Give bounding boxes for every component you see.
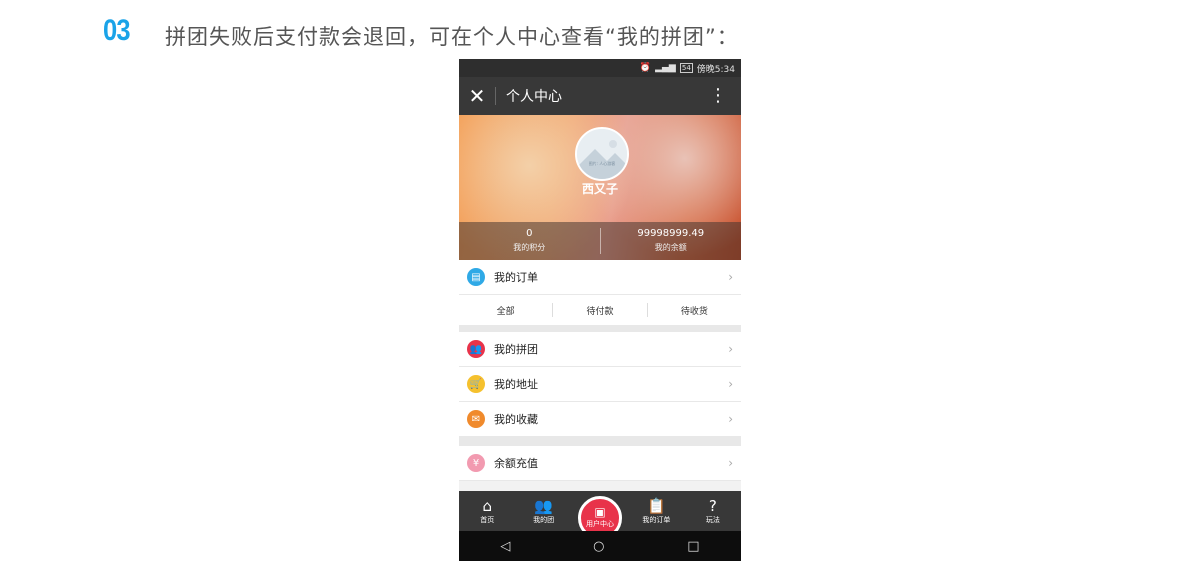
cart-icon: 🛒 <box>467 375 485 393</box>
section-gap <box>459 437 741 446</box>
status-time: 傍晚5:34 <box>696 64 735 75</box>
page-heading: 拼团失败后支付款会退回，可在个人中心查看“我的拼团”： <box>165 25 739 49</box>
people-icon: 👥 <box>534 496 553 515</box>
nav-rules-label: 玩法 <box>705 515 720 524</box>
balance-stat[interactable]: 99998999.49 我的余额 <box>601 222 742 260</box>
my-orders-label: 我的订单 <box>494 271 538 284</box>
nav-home-label: 首页 <box>480 515 495 524</box>
bottom-nav: ⌂ 首页 👥 我的团 ▣ 用户中心 📋 我的订单 ? 玩法 <box>459 491 741 540</box>
nav-my-group-label: 我的团 <box>533 515 555 524</box>
system-nav-bar: ◁ ○ □ <box>459 531 741 561</box>
nav-my-orders[interactable]: 📋 我的订单 <box>628 496 684 525</box>
status-bar: ⏰ ▂▄▆ 54 傍晚5:34 <box>459 59 741 77</box>
app-title: 个人中心 <box>506 89 562 105</box>
help-icon: ? <box>708 496 717 515</box>
nav-my-orders-label: 我的订单 <box>642 515 671 524</box>
back-icon[interactable]: ◁ <box>500 539 510 554</box>
chevron-right-icon: › <box>728 377 733 391</box>
envelope-icon: ✉ <box>467 410 485 428</box>
nav-home[interactable]: ⌂ 首页 <box>459 496 515 525</box>
tab-pending-payment[interactable]: 待付款 <box>553 304 646 317</box>
nav-my-group[interactable]: 👥 我的团 <box>515 496 571 525</box>
alarm-icon: ⏰ <box>639 63 652 73</box>
landscape-icon <box>577 129 627 179</box>
orders-icon: ▤ <box>467 268 485 286</box>
more-vertical-icon[interactable]: ⋮ <box>709 77 727 115</box>
my-address-row[interactable]: 🛒 我的地址 › <box>459 367 741 402</box>
my-address-label: 我的地址 <box>494 378 538 391</box>
recharge-label: 余额充值 <box>494 457 538 470</box>
my-group-row[interactable]: 👥 我的拼团 › <box>459 332 741 367</box>
phone-screenshot: ⏰ ▂▄▆ 54 傍晚5:34 ✕ 个人中心 ⋮ 图片: 人心游客 西又子 0 … <box>459 59 741 561</box>
home-icon: ⌂ <box>482 496 492 515</box>
recharge-row[interactable]: ¥ 余额充值 › <box>459 446 741 481</box>
nav-rules[interactable]: ? 玩法 <box>685 496 741 525</box>
nav-user-center-label: 用户中心 <box>586 520 615 528</box>
avatar[interactable]: 图片: 人心游客 <box>575 127 629 181</box>
username: 西又子 <box>581 182 618 196</box>
stats-bar: 0 我的积分 99998999.49 我的余额 <box>459 222 741 260</box>
my-orders-row[interactable]: ▤ 我的订单 › <box>459 260 741 295</box>
signal-icon: ▂▄▆ <box>655 63 676 73</box>
close-icon[interactable]: ✕ <box>459 77 495 115</box>
balance-label: 我的余额 <box>654 243 687 252</box>
points-value: 0 <box>526 228 533 239</box>
chevron-right-icon: › <box>728 270 733 284</box>
group-icon: 👥 <box>467 340 485 358</box>
step-number: 03 <box>103 14 131 47</box>
clipboard-icon: 📋 <box>647 496 666 515</box>
chevron-right-icon: › <box>728 412 733 426</box>
my-group-label: 我的拼团 <box>494 343 538 356</box>
chevron-right-icon: › <box>728 456 733 470</box>
order-status-tabs: 全部 待付款 待收货 <box>459 295 741 326</box>
home-circle-icon[interactable]: ○ <box>593 539 604 554</box>
divider <box>495 87 496 105</box>
profile-header: 图片: 人心游客 西又子 0 我的积分 99998999.49 我的余额 <box>459 115 741 260</box>
points-label: 我的积分 <box>513 243 546 252</box>
my-favorites-label: 我的收藏 <box>494 413 538 426</box>
chevron-right-icon: › <box>728 342 733 356</box>
points-stat[interactable]: 0 我的积分 <box>459 222 600 260</box>
tab-pending-receipt[interactable]: 待收货 <box>648 304 741 317</box>
yen-icon: ¥ <box>467 454 485 472</box>
recents-icon[interactable]: □ <box>687 539 699 554</box>
id-card-icon: ▣ <box>594 505 606 519</box>
avatar-caption: 图片: 人心游客 <box>588 161 616 166</box>
app-bar: ✕ 个人中心 ⋮ <box>459 77 741 115</box>
battery-icon: 54 <box>679 63 693 73</box>
tab-all[interactable]: 全部 <box>459 304 552 317</box>
my-favorites-row[interactable]: ✉ 我的收藏 › <box>459 402 741 437</box>
balance-value: 99998999.49 <box>637 228 705 239</box>
